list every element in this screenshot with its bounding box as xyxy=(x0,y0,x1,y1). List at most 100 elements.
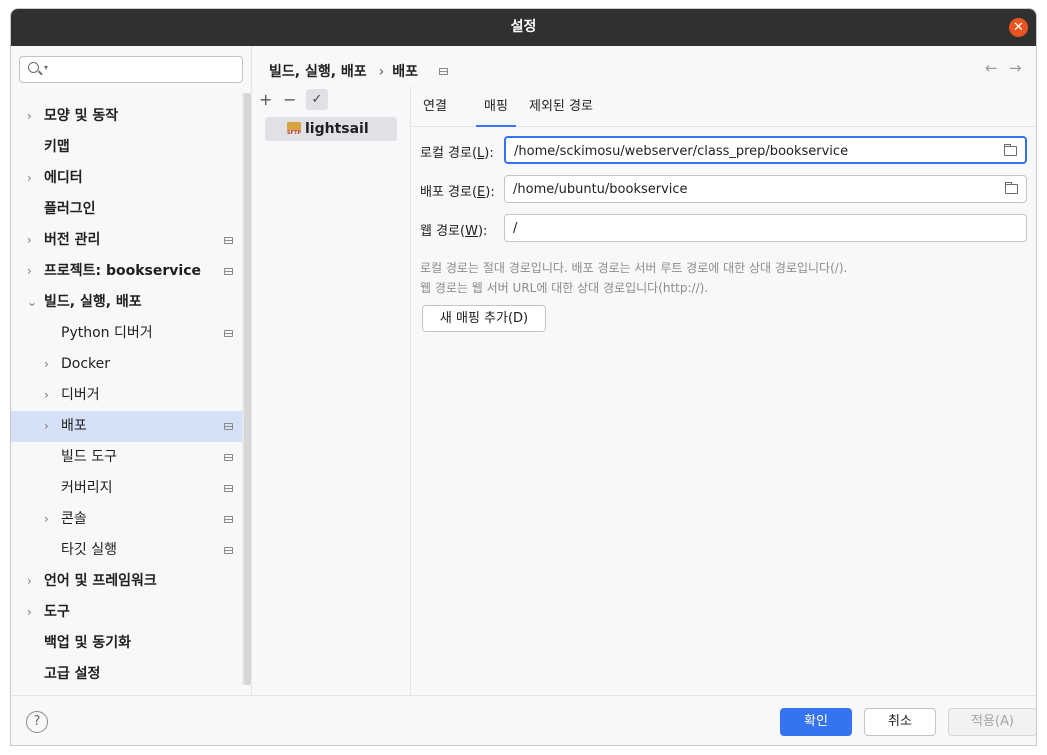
local-path-field[interactable] xyxy=(504,136,1027,164)
server-name: lightsail xyxy=(305,121,369,137)
deploy-path-input[interactable] xyxy=(513,179,993,199)
search-field[interactable]: ▾ xyxy=(19,56,243,83)
sidebar-item-appearance[interactable]: › 모양 및 동작 xyxy=(11,101,242,132)
chevron-right-icon[interactable]: › xyxy=(27,256,32,287)
sidebar-item-label: 고급 설정 xyxy=(44,666,101,682)
chevron-right-icon[interactable]: › xyxy=(27,566,32,597)
sidebar-item-deployment[interactable]: › 배포 xyxy=(11,411,242,442)
sidebar-item-project[interactable]: › 프로젝트: bookservice xyxy=(11,256,242,287)
sidebar-item-languages[interactable]: › 언어 및 프레임워크 xyxy=(11,566,242,597)
sidebar-item-build-tools[interactable]: 빌드 도구 xyxy=(11,442,242,473)
project-scope-icon xyxy=(224,423,233,430)
project-scope-icon xyxy=(439,68,448,75)
sidebar-scrollbar[interactable] xyxy=(244,93,251,685)
chevron-down-icon[interactable]: ⌄ xyxy=(27,287,37,318)
add-server-button[interactable]: + xyxy=(259,90,272,109)
sidebar-item-debugger[interactable]: › 디버거 xyxy=(11,380,242,411)
project-scope-icon xyxy=(224,237,233,244)
sidebar-item-label: 디버거 xyxy=(61,387,100,403)
sftp-icon: SFTP xyxy=(287,122,302,136)
sidebar-item-label: 타깃 실행 xyxy=(61,542,117,558)
sidebar-item-label: 프로젝트: bookservice xyxy=(44,263,202,279)
dialog-footer: ? 확인 취소 적용(A) xyxy=(11,695,1036,745)
sidebar-item-label: 빌드, 실행, 배포 xyxy=(44,294,142,310)
remove-server-button[interactable]: − xyxy=(283,90,296,109)
sidebar-item-label: 도구 xyxy=(44,604,70,620)
sidebar-item-label: 빌드 도구 xyxy=(61,449,117,465)
sidebar-item-label: 에디터 xyxy=(44,170,83,186)
project-scope-icon xyxy=(224,485,233,492)
search-icon xyxy=(28,62,39,73)
breadcrumb-parent[interactable]: 빌드, 실행, 배포 xyxy=(269,64,367,80)
sidebar-item-python-debugger[interactable]: Python 디버거 xyxy=(11,318,242,349)
folder-icon[interactable] xyxy=(1005,182,1018,194)
apply-button[interactable]: 적용(A) xyxy=(948,708,1036,736)
chevron-right-icon[interactable]: › xyxy=(27,225,32,256)
title-bar: 설정 ✕ xyxy=(11,9,1036,46)
search-input[interactable] xyxy=(56,60,236,79)
sidebar-item-label: 백업 및 동기화 xyxy=(44,635,132,651)
chevron-right-icon[interactable]: › xyxy=(27,163,32,194)
breadcrumb: 빌드, 실행, 배포 › 배포 xyxy=(269,61,422,81)
sidebar-item-docker[interactable]: › Docker xyxy=(11,349,242,380)
settings-sidebar: ▾ › 모양 및 동작 키맵 › 에디터 플러그인 › 버전 관리 › 프로젝트: bo… xyxy=(11,46,252,695)
project-scope-icon xyxy=(224,330,233,337)
project-scope-icon xyxy=(224,547,233,554)
sidebar-item-label: 버전 관리 xyxy=(44,232,101,248)
sidebar-item-label: 언어 및 프레임워크 xyxy=(44,573,157,589)
chevron-right-icon[interactable]: › xyxy=(27,101,32,132)
local-path-label: 로컬 경로(L): xyxy=(420,146,494,161)
chevron-right-icon[interactable]: › xyxy=(44,411,49,442)
chevron-right-icon[interactable]: › xyxy=(44,380,49,411)
sidebar-item-keymap[interactable]: 키맵 xyxy=(11,132,242,163)
sidebar-item-label: 모양 및 동작 xyxy=(44,108,119,124)
web-path-label: 웹 경로(W): xyxy=(420,224,488,239)
sidebar-item-console[interactable]: › 콘솔 xyxy=(11,504,242,535)
window-title: 설정 xyxy=(510,19,537,35)
project-scope-icon xyxy=(224,268,233,275)
ok-button[interactable]: 확인 xyxy=(780,708,852,736)
local-path-input[interactable] xyxy=(514,141,994,161)
sidebar-item-label: 배포 xyxy=(61,418,87,434)
chevron-right-icon[interactable]: › xyxy=(44,504,49,535)
back-arrow-icon[interactable]: ← xyxy=(985,59,998,77)
server-item-lightsail[interactable]: SFTP lightsail xyxy=(265,117,397,141)
add-mapping-button[interactable]: 새 매핑 추가(D) xyxy=(422,305,546,332)
tab-connection[interactable]: 연결 xyxy=(423,89,447,127)
folder-icon[interactable] xyxy=(1004,144,1017,156)
hint-text: 웹 경로는 웹 서버 URL에 대한 상대 경로입니다(http://). xyxy=(420,281,709,295)
sidebar-item-vcs[interactable]: › 버전 관리 xyxy=(11,225,242,256)
chevron-down-icon[interactable]: ▾ xyxy=(44,63,48,72)
help-icon[interactable]: ? xyxy=(26,711,48,733)
settings-tree: › 모양 및 동작 키맵 › 에디터 플러그인 › 버전 관리 › 프로젝트: book… xyxy=(11,101,242,690)
settings-dialog: 설정 ✕ ▾ › 모양 및 동작 키맵 › 에디터 플러그인 › 버전 관리 › 프로젝… xyxy=(10,8,1037,746)
server-list-panel: + − ✓ SFTP lightsail xyxy=(253,86,411,695)
sidebar-item-advanced[interactable]: 고급 설정 xyxy=(11,659,242,690)
project-scope-icon xyxy=(224,516,233,523)
tab-mappings[interactable]: 매핑 xyxy=(476,89,516,127)
deploy-path-label: 배포 경로(E): xyxy=(420,185,495,200)
sidebar-item-tools[interactable]: › 도구 xyxy=(11,597,242,628)
sidebar-item-backup-sync[interactable]: 백업 및 동기화 xyxy=(11,628,242,659)
project-scope-icon xyxy=(224,454,233,461)
sidebar-item-plugins[interactable]: 플러그인 xyxy=(11,194,242,225)
sidebar-item-label: Docker xyxy=(61,356,111,372)
sidebar-item-run-targets[interactable]: 타깃 실행 xyxy=(11,535,242,566)
close-icon[interactable]: ✕ xyxy=(1009,18,1028,37)
deploy-path-field[interactable] xyxy=(504,175,1027,203)
tab-excluded-paths[interactable]: 제외된 경로 xyxy=(529,89,593,127)
sidebar-item-coverage[interactable]: 커버리지 xyxy=(11,473,242,504)
chevron-right-icon[interactable]: › xyxy=(44,349,49,380)
sidebar-item-label: 키맵 xyxy=(44,139,70,155)
set-default-button[interactable]: ✓ xyxy=(306,89,328,110)
web-path-field[interactable] xyxy=(504,214,1027,242)
sidebar-item-build[interactable]: ⌄ 빌드, 실행, 배포 xyxy=(11,287,242,318)
web-path-input[interactable] xyxy=(513,218,993,238)
forward-arrow-icon[interactable]: → xyxy=(1009,59,1022,77)
chevron-right-icon: › xyxy=(378,64,385,80)
cancel-button[interactable]: 취소 xyxy=(864,708,936,736)
sidebar-item-editor[interactable]: › 에디터 xyxy=(11,163,242,194)
chevron-right-icon[interactable]: › xyxy=(27,597,32,628)
tab-bar: 연결 매핑 제외된 경로 xyxy=(411,89,1036,127)
breadcrumb-current: 배포 xyxy=(392,64,419,80)
